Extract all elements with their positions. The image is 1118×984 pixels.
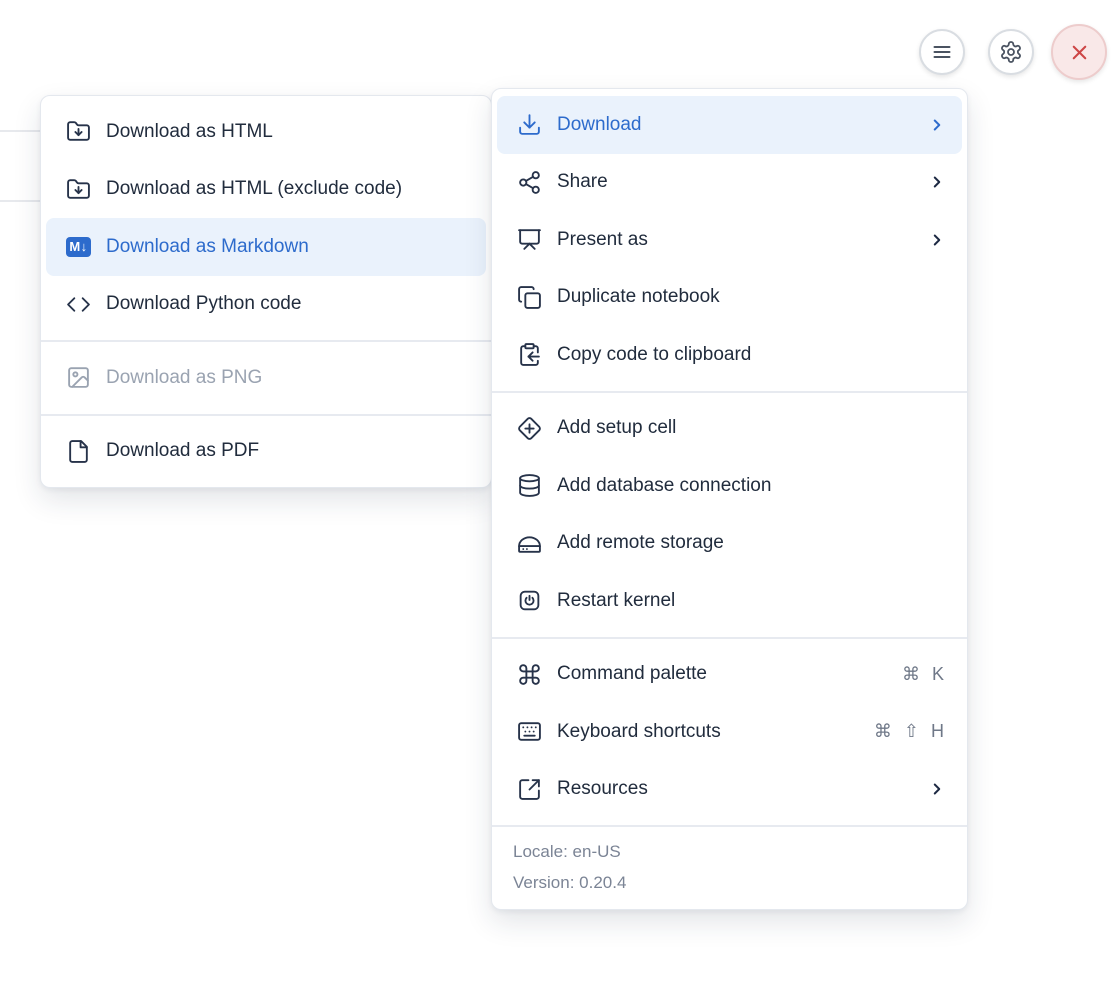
menu-group-notebook-actions: Add setup cell Add database connection A… (492, 393, 967, 637)
share-icon (517, 170, 542, 195)
background-rule (0, 130, 40, 132)
chevron-right-icon (928, 780, 946, 798)
menu-group-share-export: Download Share Present as Duplicate note… (492, 89, 967, 391)
power-icon (517, 588, 542, 613)
shutdown-button[interactable] (1051, 24, 1107, 80)
menu-item-share[interactable]: Share (497, 154, 962, 212)
submenu-item-download-as-html-exclude-code[interactable]: Download as HTML (exclude code) (46, 161, 486, 219)
settings-button[interactable] (988, 29, 1034, 75)
shortcut-hint: ⌘ ⇧ H (874, 721, 944, 742)
menu-item-restart-kernel[interactable]: Restart kernel (497, 572, 962, 630)
clipboard-copy-icon (517, 342, 542, 367)
menu-item-keyboard-shortcuts[interactable]: Keyboard shortcuts ⌘ ⇧ H (497, 703, 962, 761)
diamond-plus-icon (517, 416, 542, 441)
menu-item-add-database-connection[interactable]: Add database connection (497, 457, 962, 515)
menu-item-download[interactable]: Download (497, 96, 962, 154)
submenu-group-pdf: Download as PDF (41, 416, 491, 488)
version-text: Version: 0.20.4 (513, 867, 946, 898)
notebook-actions-menu: Download Share Present as Duplicate note… (491, 88, 968, 910)
menu-group-help: Command palette ⌘ K Keyboard shortcuts ⌘… (492, 639, 967, 826)
menu-item-label: Present as (557, 229, 913, 251)
menu-item-label: Copy code to clipboard (557, 344, 946, 366)
folder-down-icon (66, 177, 91, 202)
menu-item-label: Download as HTML (exclude code) (106, 178, 470, 200)
menu-item-label: Keyboard shortcuts (557, 721, 859, 743)
database-icon (517, 473, 542, 498)
markdown-download-icon: M↓ (66, 234, 91, 259)
storage-drive-icon (517, 531, 542, 556)
menu-item-label: Add database connection (557, 475, 946, 497)
image-icon (66, 365, 91, 390)
menu-item-label: Download as PNG (106, 367, 470, 389)
menu-footer: Locale: en-US Version: 0.20.4 (492, 825, 967, 909)
menu-item-label: Duplicate notebook (557, 286, 946, 308)
submenu-item-download-python-code[interactable]: Download Python code (46, 276, 486, 334)
menu-item-resources[interactable]: Resources (497, 761, 962, 819)
submenu-group-formats: Download as HTML Download as HTML (exclu… (41, 96, 491, 340)
menu-item-add-setup-cell[interactable]: Add setup cell (497, 400, 962, 458)
notebook-menu-button[interactable] (919, 29, 965, 75)
shortcut-hint: ⌘ K (902, 664, 944, 685)
menu-item-label: Download as PDF (106, 440, 470, 462)
submenu-group-png: Download as PNG (41, 342, 491, 414)
menu-item-label: Add remote storage (557, 532, 946, 554)
submenu-item-download-as-png: Download as PNG (46, 349, 486, 407)
submenu-item-download-as-markdown[interactable]: M↓ Download as Markdown (46, 218, 486, 276)
app-canvas: Download as HTML Download as HTML (exclu… (0, 0, 1118, 984)
external-link-icon (517, 777, 542, 802)
menu-item-label: Download as Markdown (106, 236, 470, 258)
submenu-item-download-as-html[interactable]: Download as HTML (46, 103, 486, 161)
menu-item-duplicate-notebook[interactable]: Duplicate notebook (497, 269, 962, 327)
menu-item-label: Resources (557, 778, 913, 800)
menu-item-label: Download (557, 114, 913, 136)
chevron-right-icon (928, 116, 946, 134)
download-submenu: Download as HTML Download as HTML (exclu… (40, 95, 492, 488)
command-icon (517, 662, 542, 687)
menu-item-command-palette[interactable]: Command palette ⌘ K (497, 646, 962, 704)
locale-text: Locale: en-US (513, 836, 946, 867)
menu-item-label: Download Python code (106, 293, 470, 315)
menu-item-label: Command palette (557, 663, 887, 685)
keyboard-icon (517, 719, 542, 744)
gear-icon (999, 40, 1023, 64)
presentation-icon (517, 227, 542, 252)
code-icon (66, 292, 91, 317)
menu-item-label: Download as HTML (106, 121, 470, 143)
menu-item-add-remote-storage[interactable]: Add remote storage (497, 515, 962, 573)
copy-icon (517, 285, 542, 310)
download-icon (517, 112, 542, 137)
chevron-right-icon (928, 173, 946, 191)
menu-item-copy-code-to-clipboard[interactable]: Copy code to clipboard (497, 326, 962, 384)
chevron-right-icon (928, 231, 946, 249)
submenu-item-download-as-pdf[interactable]: Download as PDF (46, 423, 486, 481)
background-rule (0, 200, 40, 202)
menu-item-present-as[interactable]: Present as (497, 211, 962, 269)
menu-item-label: Restart kernel (557, 590, 946, 612)
file-icon (66, 439, 91, 464)
folder-down-icon (66, 119, 91, 144)
hamburger-menu-icon (930, 40, 954, 64)
close-icon (1068, 41, 1091, 64)
menu-item-label: Add setup cell (557, 417, 946, 439)
menu-item-label: Share (557, 171, 913, 193)
